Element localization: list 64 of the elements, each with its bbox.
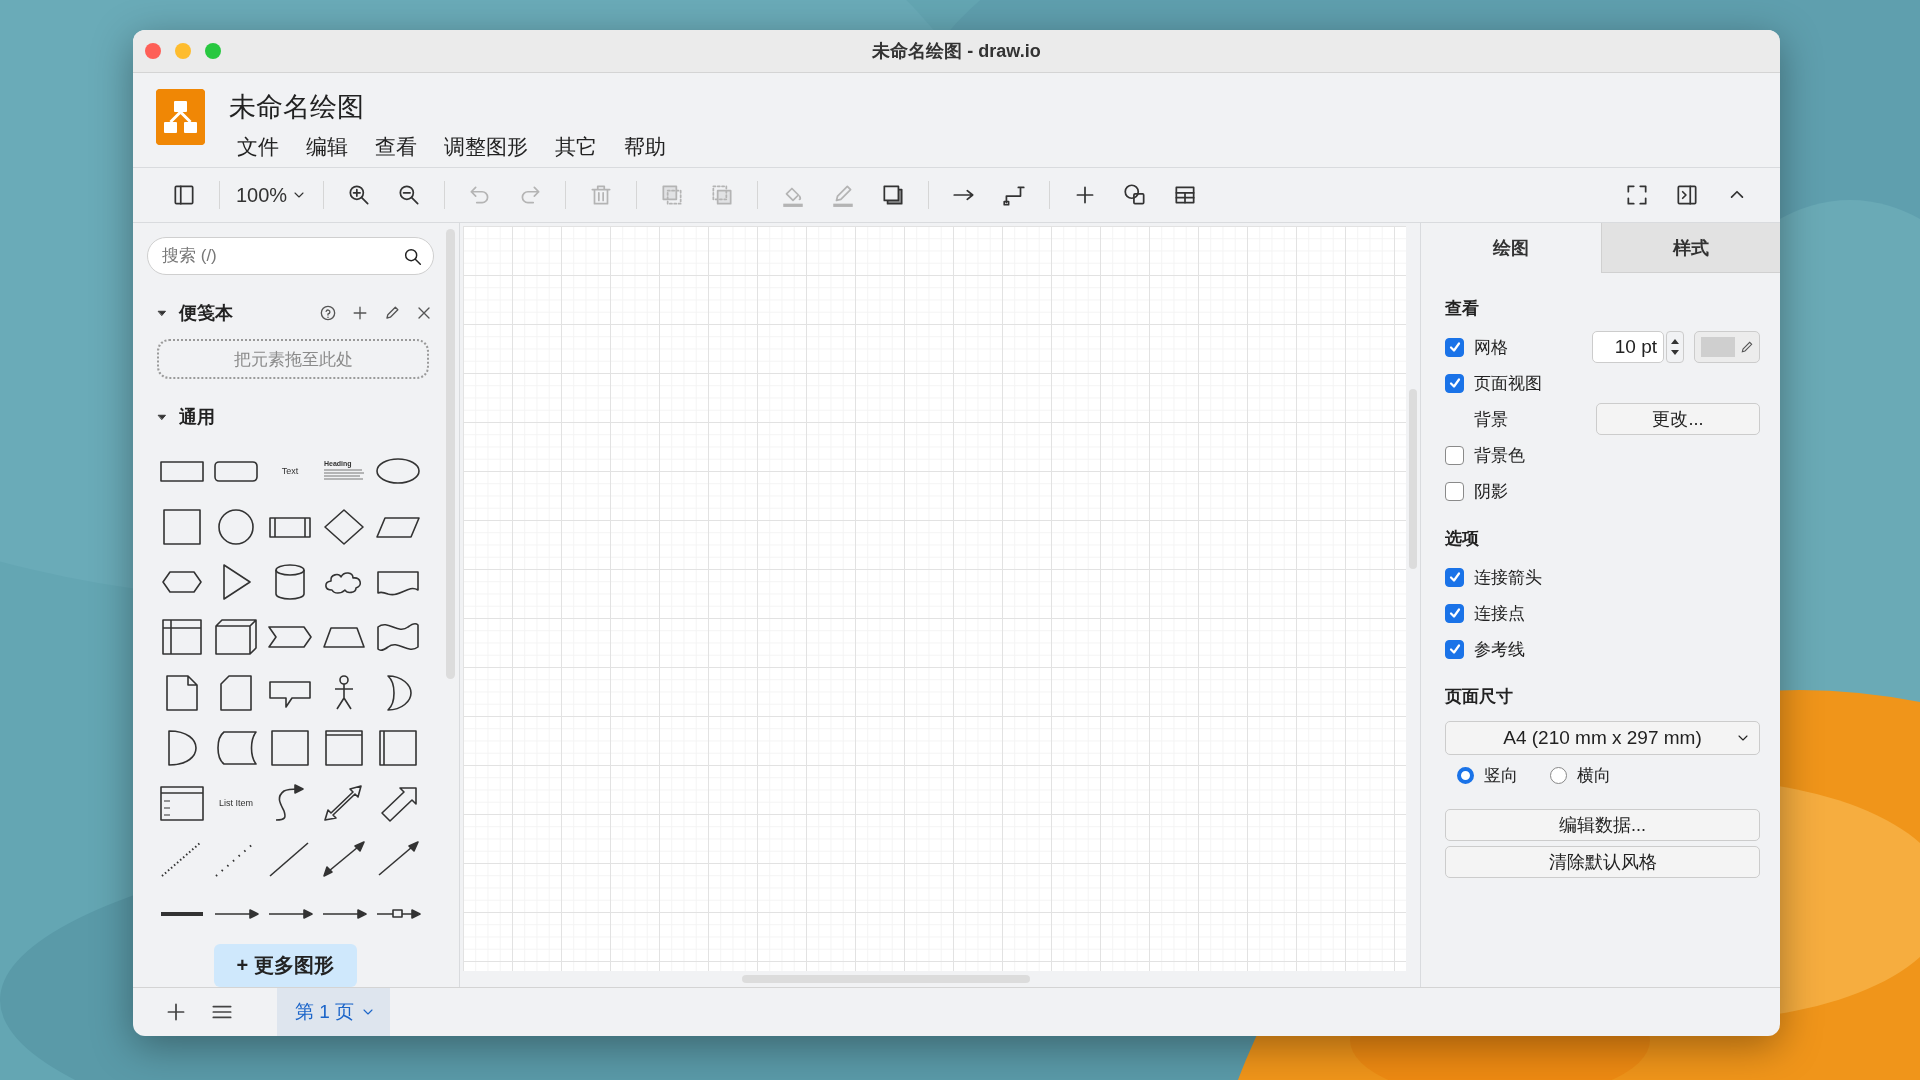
menu-item[interactable]: 其它 [555,133,597,161]
zoom-dropdown[interactable]: 100% [230,177,314,213]
action-button[interactable]: 清除默认风格 [1445,846,1760,878]
menu-item[interactable]: 文件 [237,133,279,161]
scrollbar[interactable] [446,229,455,679]
check-icon [1447,376,1462,390]
checkbox[interactable] [1445,373,1464,393]
section-heading: 查看 [1445,298,1480,320]
option-label: 竖向 [1484,764,1518,787]
change-button[interactable]: 更改... [1596,403,1760,435]
fullscreen-icon[interactable] [1624,182,1650,208]
check-icon [1447,570,1462,584]
list-icon[interactable] [158,783,206,824]
checkbox[interactable] [1445,481,1464,501]
text-shape[interactable]: Text [281,466,299,477]
check-icon [1447,340,1462,354]
option-label: 背景色 [1474,444,1525,467]
section-heading: 选项 [1445,528,1480,550]
radio-button[interactable] [1550,766,1567,784]
search-field[interactable]: 搜索 (/) [147,237,434,276]
option-label: 阴影 [1474,480,1508,503]
window-title: 未命名绘图 - draw.io [871,40,1042,63]
option-label: 横向 [1577,764,1611,787]
spinner-control[interactable] [1666,331,1684,363]
scrollbar[interactable] [742,975,1030,983]
menu-item[interactable]: 编辑 [306,133,348,161]
document-title[interactable]: 未命名绘图 [229,89,666,125]
app-logo [156,89,205,145]
more-shapes-button[interactable]: + 更多图形 [213,943,357,987]
menu-item[interactable]: 帮助 [624,133,666,161]
search-icon[interactable] [402,246,424,268]
option-label: 参考线 [1474,638,1525,661]
check-icon [1447,606,1462,620]
pencil-icon [1739,339,1755,355]
option-label: 网格 [1474,336,1508,359]
scrollbar[interactable] [1409,389,1417,569]
option-label: 连接点 [1474,602,1525,625]
check-icon [1447,642,1462,656]
section-title[interactable]: 通用 [179,405,215,430]
section-title[interactable]: 便笺本 [179,301,233,326]
list-item-shape[interactable]: List Item [219,798,253,809]
option-label: 页面视图 [1474,372,1542,395]
menu-item[interactable]: 调整图形 [444,133,528,161]
sidebar-toggle-icon[interactable] [171,182,197,208]
grid-size-field[interactable]: 10 pt [1592,331,1664,363]
format-panel-icon[interactable] [1674,182,1700,208]
close-button[interactable] [145,43,161,59]
checkbox[interactable] [1445,567,1464,587]
two-way-arrow-icon[interactable] [320,838,368,879]
checkbox[interactable] [1445,445,1464,465]
option-label: 连接箭头 [1474,566,1542,589]
checkbox[interactable] [1445,603,1464,623]
color-picker[interactable] [1694,331,1760,363]
cube-icon[interactable] [212,617,260,658]
menu-item[interactable]: 查看 [375,133,417,161]
option-label: 背景 [1474,408,1508,431]
page-size-dropdown[interactable]: A4 (210 mm x 297 mm) [1445,721,1760,755]
checkbox[interactable] [1445,337,1464,357]
page-tab[interactable]: 第 1 页 [277,988,391,1036]
checkbox[interactable] [1445,639,1464,659]
panel-tab[interactable]: 样式 [1600,223,1780,273]
radio-button[interactable] [1457,766,1474,784]
section-heading: 页面尺寸 [1445,686,1514,708]
action-button[interactable]: 编辑数据... [1445,809,1760,841]
